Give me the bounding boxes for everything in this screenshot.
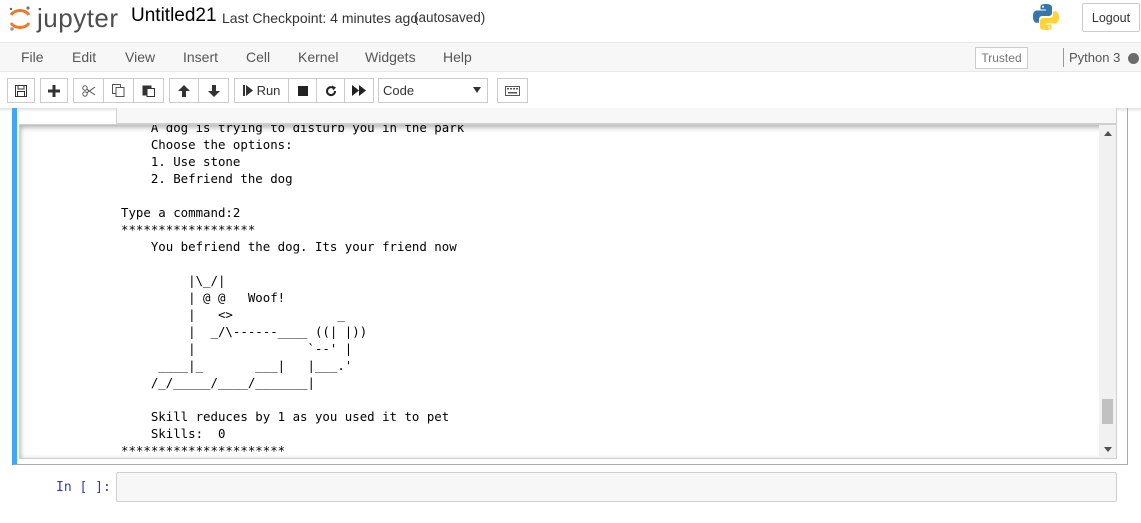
jupyter-logo[interactable]: jupyter	[8, 3, 119, 34]
scroll-up-arrow-icon[interactable]	[1104, 131, 1112, 136]
paste-icon	[142, 85, 155, 97]
output-line: Skill reduces by 1 as you used it to pet	[121, 409, 450, 424]
menubar: File Edit View Insert Cell Kernel Widget…	[0, 42, 1141, 72]
keyboard-icon	[505, 85, 520, 96]
output-line: | `--' |	[121, 341, 353, 356]
interrupt-button[interactable]	[288, 78, 317, 103]
menu-file[interactable]: File	[21, 49, 44, 65]
restart-icon	[325, 85, 336, 96]
input-prompt: In [ ]:	[56, 480, 111, 495]
scrollbar-thumb[interactable]	[1102, 399, 1113, 424]
cell-type-select[interactable]: Code	[378, 78, 488, 103]
notebook-name[interactable]: Untitled21	[131, 5, 217, 27]
arrow-up-icon	[178, 84, 190, 97]
restart-button[interactable]	[316, 78, 345, 103]
header: jupyter Untitled21 Last Checkpoint: 4 mi…	[0, 0, 1141, 42]
scissors-icon	[81, 84, 95, 97]
kernel-separator	[1063, 48, 1064, 67]
output-line: Choose the options:	[121, 137, 293, 152]
output-line: 1. Use stone	[121, 154, 241, 169]
paste-button[interactable]	[133, 78, 164, 103]
output-line: |\_/|	[121, 273, 226, 288]
output-line: Type a command:2	[121, 205, 241, 220]
save-icon	[15, 84, 27, 97]
menu-insert[interactable]: Insert	[183, 49, 218, 65]
output-line: You befriend the dog. Its your friend no…	[121, 239, 457, 254]
output-text: A dog is trying to disturb you in the pa…	[121, 124, 465, 458]
menu-view[interactable]: View	[125, 49, 155, 65]
output-line: ____|_ ___| |___.'	[121, 358, 353, 373]
fast-forward-icon	[352, 85, 366, 96]
save-button[interactable]	[7, 78, 35, 103]
menu-edit[interactable]: Edit	[72, 49, 96, 65]
plus-icon	[48, 84, 60, 97]
menu-help[interactable]: Help	[443, 49, 472, 65]
autosave-status: (autosaved)	[414, 10, 486, 25]
run-label: Run	[256, 83, 281, 98]
python-logo-icon	[1032, 3, 1060, 31]
output-line: | @ @ Woof!	[121, 290, 286, 305]
empty-code-input[interactable]	[116, 472, 1117, 502]
menu-kernel[interactable]: Kernel	[298, 49, 338, 65]
run-button[interactable]: Run	[234, 78, 289, 103]
move-up-button[interactable]	[169, 78, 199, 103]
output-area[interactable]: A dog is trying to disturb you in the pa…	[19, 124, 1117, 459]
output-line: | <> _	[121, 307, 345, 322]
toolbar: Run Code	[0, 73, 1141, 108]
command-palette-button[interactable]	[497, 78, 528, 103]
cut-button[interactable]	[73, 78, 104, 103]
stop-icon	[297, 85, 308, 96]
logout-button[interactable]: Logout	[1082, 3, 1140, 32]
notebook-container: A dog is trying to disturb you in the pa…	[0, 108, 1141, 523]
insert-cell-button[interactable]	[40, 78, 68, 103]
code-input-area[interactable]	[116, 108, 1117, 124]
output-line: | _/\------____ ((| |))	[121, 324, 368, 339]
move-down-button[interactable]	[198, 78, 229, 103]
output-line: Skills: 0	[121, 426, 226, 441]
output-line: ******************	[121, 222, 256, 237]
output-line: A dog is trying to disturb you in the pa…	[121, 124, 465, 135]
trusted-indicator[interactable]: Trusted	[975, 47, 1028, 69]
menu-widgets[interactable]: Widgets	[365, 49, 416, 65]
menu-cell[interactable]: Cell	[246, 49, 270, 65]
restart-run-all-button[interactable]	[344, 78, 374, 103]
chevron-down-icon	[473, 87, 481, 93]
step-forward-icon	[242, 85, 253, 96]
checkpoint-status: Last Checkpoint: 4 minutes ago	[222, 10, 419, 26]
output-line: **********************	[121, 443, 286, 458]
output-line: /_/_____/____/_______|	[121, 375, 315, 390]
logo-text: jupyter	[37, 3, 119, 33]
cell-type-value: Code	[383, 83, 415, 98]
arrow-down-icon	[207, 84, 220, 97]
output-scrollbar[interactable]	[1099, 125, 1116, 458]
output-line: 2. Befriend the dog	[121, 171, 293, 186]
kernel-status-icon	[1128, 53, 1139, 64]
jupyter-logo-icon	[8, 5, 32, 33]
scroll-down-arrow-icon[interactable]	[1104, 447, 1112, 452]
copy-icon	[112, 84, 125, 97]
copy-button[interactable]	[103, 78, 134, 103]
kernel-name[interactable]: Python 3	[1069, 50, 1120, 65]
